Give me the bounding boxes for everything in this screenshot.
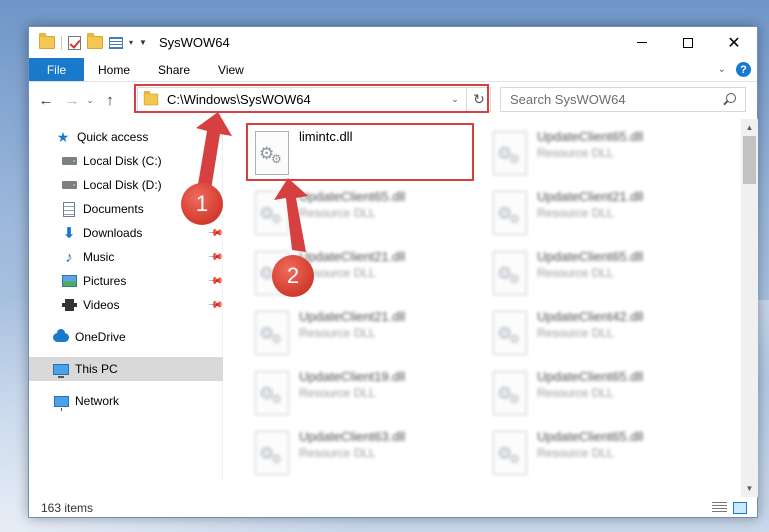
annotation-arrows xyxy=(196,112,308,252)
arrow-2 xyxy=(274,178,308,252)
step-badge-2: 2 xyxy=(272,255,314,297)
step-badge-1: 1 xyxy=(181,183,223,225)
